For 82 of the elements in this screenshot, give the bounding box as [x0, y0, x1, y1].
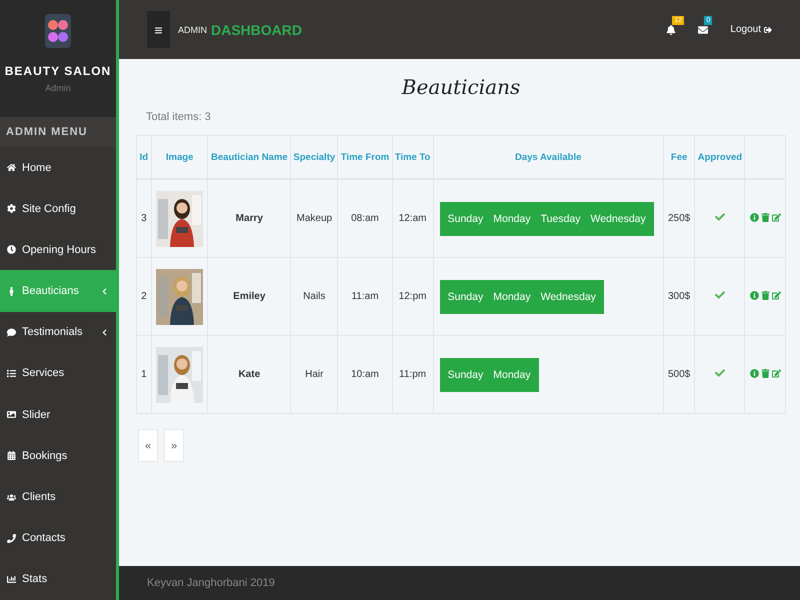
sidebar-item[interactable]: Home	[0, 146, 116, 188]
day-label: Tuesday	[540, 212, 582, 224]
table-cell: Hair	[290, 336, 338, 414]
total-items: Total items: 3	[146, 111, 212, 123]
sidebar-item[interactable]: Opening Hours	[0, 229, 116, 270]
column-header: Time From	[338, 136, 392, 179]
column-header: Beautician Name	[208, 136, 291, 179]
menu-heading: ADMIN MENU	[0, 117, 116, 147]
delete-icon[interactable]	[760, 212, 770, 222]
edit-icon[interactable]	[772, 290, 781, 300]
page-button[interactable]: «	[138, 429, 158, 462]
table-cell: 3	[136, 179, 152, 258]
dashboard-title: DASHBOARD	[211, 22, 302, 38]
delete-icon[interactable]	[760, 368, 770, 378]
info-icon[interactable]	[750, 368, 759, 378]
table-cell: 1	[136, 336, 152, 414]
home-icon	[7, 163, 16, 172]
edit-icon[interactable]	[772, 368, 781, 378]
table-cell: 08:am	[338, 179, 392, 258]
phone-icon	[7, 534, 16, 543]
day-label: Wednesday	[590, 212, 647, 224]
list-icon	[7, 368, 16, 378]
clock-icon	[7, 245, 16, 254]
table-cell: 500$	[663, 336, 695, 414]
image-icon	[7, 410, 16, 420]
brand-subtitle: Admin	[45, 83, 71, 93]
column-header: Specialty	[290, 136, 338, 179]
table-cell: Marry	[208, 179, 291, 258]
sidebar-item[interactable]: Services	[0, 352, 116, 394]
settings-icon	[7, 204, 16, 214]
column-header: Id	[136, 136, 152, 179]
person-icon	[7, 286, 16, 296]
sidebar-item[interactable]: Stats	[0, 558, 116, 600]
table-cell: 10:am	[338, 336, 392, 414]
table-cell: 12:am	[392, 179, 434, 258]
edit-icon[interactable]	[772, 212, 781, 222]
brand-title: BEAUTY SALON	[4, 64, 112, 78]
column-header: Days Available	[433, 136, 664, 179]
info-icon[interactable]	[750, 212, 759, 222]
delete-icon[interactable]	[760, 290, 770, 300]
table-cell: Emiley	[208, 258, 291, 336]
sidebar-item[interactable]: Clients	[0, 476, 116, 518]
admin-label: ADMIN	[178, 24, 207, 34]
sidebar-item[interactable]: Contacts	[0, 518, 116, 559]
table-cell: Kate	[208, 336, 291, 414]
day-label: Monday	[492, 368, 532, 380]
footer-text: Keyvan Janghorbani 2019	[119, 566, 800, 600]
table-cell: 2	[136, 258, 152, 336]
column-header: Approved	[694, 136, 745, 179]
day-label: Sunday	[446, 368, 484, 380]
day-label: Monday	[492, 212, 532, 224]
day-label: Sunday	[446, 290, 484, 302]
sidebar-item[interactable]: Bookings	[0, 435, 116, 476]
table-cell: 11:am	[338, 258, 392, 336]
table-cell: 300$	[663, 258, 695, 336]
sidebar-item[interactable]: Slider	[0, 394, 116, 436]
day-label: Sunday	[446, 212, 484, 224]
sidebar-item[interactable]: Site Config	[0, 188, 116, 230]
page-button[interactable]: »	[164, 429, 184, 462]
day-label: Monday	[492, 290, 532, 302]
table-cell: 12:pm	[392, 258, 434, 336]
users-icon	[7, 492, 16, 502]
bell-icon[interactable]	[666, 24, 676, 34]
table-cell: Nails	[290, 258, 338, 336]
menu-toggle[interactable]: ≡	[147, 11, 170, 48]
chat-icon	[7, 328, 16, 337]
calendar-icon	[7, 451, 16, 460]
column-header: Fee	[663, 136, 695, 179]
column-header: Time To	[392, 136, 434, 179]
table-cell: 11:pm	[392, 336, 434, 414]
day-label: Wednesday	[540, 290, 597, 302]
page-title: Beauticians	[400, 75, 522, 99]
table-cell: Makeup	[290, 179, 338, 258]
palette-logo-icon	[45, 14, 71, 48]
info-icon[interactable]	[750, 290, 759, 300]
envelope-icon[interactable]	[698, 24, 708, 34]
logout-icon	[764, 26, 772, 34]
chart-icon	[7, 574, 16, 584]
column-header: Image	[151, 136, 208, 179]
logout-link[interactable]: Logout	[730, 24, 772, 35]
sidebar-item[interactable]: Testimonials	[0, 312, 116, 353]
table-cell: 250$	[663, 179, 695, 258]
